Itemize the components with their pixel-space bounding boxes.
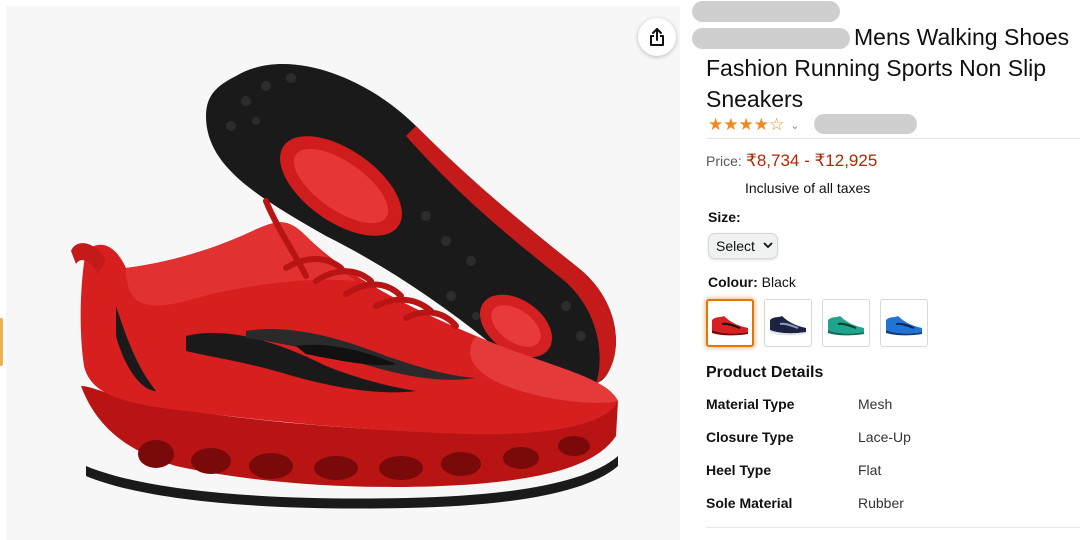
rating-star-empty: ☆ <box>768 115 785 134</box>
share-button[interactable] <box>638 18 676 56</box>
detail-value: Flat <box>858 462 882 478</box>
price-value: ₹8,734 - ₹12,925 <box>746 151 878 170</box>
chevron-down-icon <box>763 241 773 252</box>
detail-value: Lace-Up <box>858 429 911 445</box>
detail-key: Material Type <box>706 396 795 412</box>
sneaker-thumbnail <box>770 316 806 336</box>
product-title: Mens Walking Shoes Fashion Running Sport… <box>706 24 1070 112</box>
chevron-down-icon[interactable]: ⌄ <box>790 119 799 132</box>
redacted-rating-count <box>814 114 917 134</box>
colour-swatch-blue[interactable] <box>880 299 928 347</box>
colour-swatch-teal[interactable] <box>822 299 870 347</box>
detail-key: Heel Type <box>706 462 772 478</box>
colour-value: Black <box>761 274 796 290</box>
detail-row-material-type: Material Type Mesh <box>706 396 1076 418</box>
colour-swatch-navy[interactable] <box>764 299 812 347</box>
sneaker-thumbnail <box>712 316 748 336</box>
size-dropdown[interactable]: Select <box>708 233 778 259</box>
product-details-panel: Mens Walking Shoes Fashion Running Sport… <box>692 0 1080 540</box>
detail-key: Sole Material <box>706 495 793 511</box>
colour-swatch-red[interactable] <box>706 299 754 347</box>
detail-row-heel-type: Heel Type Flat <box>706 462 1076 484</box>
colour-swatches <box>706 299 928 347</box>
sneaker-thumbnail <box>886 316 922 336</box>
rating-stars-filled: ★★★★ <box>708 115 769 134</box>
detail-value: Rubber <box>858 495 904 511</box>
divider <box>706 527 1080 528</box>
colour-row: Colour: Black <box>708 274 796 290</box>
red-sneaker-image <box>71 64 619 509</box>
detail-row-closure-type: Closure Type Lace-Up <box>706 429 1076 451</box>
colour-label: Colour: <box>708 274 758 290</box>
size-label: Size: <box>708 209 741 225</box>
detail-row-sole-material: Sole Material Rubber <box>706 495 1076 517</box>
price-label: Price: <box>706 153 742 169</box>
tax-note: Inclusive of all taxes <box>745 180 871 196</box>
detail-value: Mesh <box>858 396 893 412</box>
product-details-heading: Product Details <box>706 364 824 381</box>
size-selected-value: Select <box>716 238 755 254</box>
left-edge-accent <box>0 318 3 366</box>
redacted-brand <box>692 1 840 22</box>
product-image[interactable] <box>6 6 680 540</box>
sneaker-thumbnail <box>828 316 864 336</box>
detail-key: Closure Type <box>706 429 794 445</box>
divider <box>706 138 1080 139</box>
share-icon <box>650 28 664 46</box>
rating-row[interactable]: ★★★★ ☆ ⌄ <box>708 114 799 136</box>
